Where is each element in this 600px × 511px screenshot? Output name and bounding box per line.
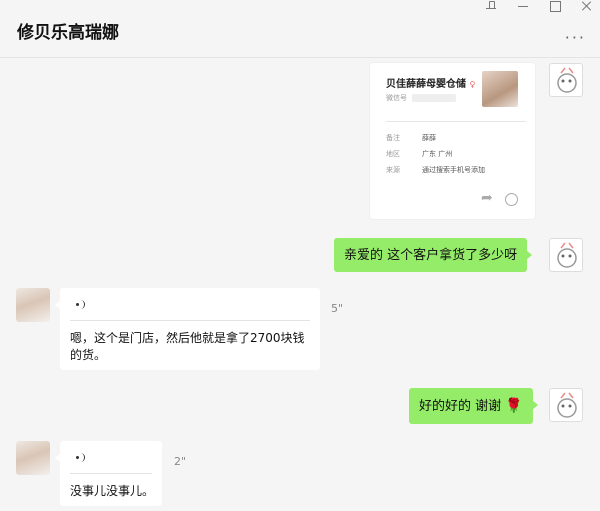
my-avatar[interactable] — [549, 63, 583, 97]
voice-play[interactable] — [76, 452, 86, 464]
window-controls — [486, 0, 592, 12]
pin-icon[interactable] — [486, 1, 496, 11]
sent-message-bubble[interactable]: 好的好的 谢谢 🌹 — [409, 388, 538, 424]
chat-header: 修贝乐高瑞娜 ··· — [0, 0, 600, 58]
voice-duration: 5" — [331, 302, 344, 315]
my-avatar[interactable] — [549, 238, 583, 272]
message-text: 好的好的 谢谢 — [419, 398, 502, 414]
received-voice-bubble[interactable]: 嗯，这个是门店，然后他就是拿了2700块钱的货。 — [55, 288, 320, 370]
card-wechat-id-label: 微信号 — [386, 94, 407, 102]
voice-divider — [70, 473, 152, 474]
more-options-icon[interactable]: ··· — [565, 28, 586, 47]
close-icon[interactable] — [582, 1, 592, 11]
message-text: 亲爱的 这个客户拿货了多少呀 — [344, 247, 518, 263]
voice-duration: 2" — [174, 455, 187, 468]
contact-avatar[interactable] — [16, 288, 50, 322]
sent-message-bubble[interactable]: 亲爱的 这个客户拿货了多少呀 — [334, 238, 533, 272]
card-actions — [481, 190, 519, 207]
voice-wave-icon — [76, 299, 86, 311]
contact-avatar[interactable] — [16, 441, 50, 475]
card-wechat-id-blurred — [412, 94, 456, 102]
rose-icon: 🌹 — [505, 397, 523, 414]
share-icon[interactable] — [481, 190, 495, 207]
voice-play[interactable] — [76, 299, 86, 311]
maximize-icon[interactable] — [550, 1, 561, 12]
female-icon: ♀ — [469, 80, 476, 89]
card-contact-name: 贝佳薛薛母婴仓储 — [386, 79, 466, 90]
voice-transcript: 嗯，这个是门店，然后他就是拿了2700块钱的货。 — [70, 331, 305, 362]
chat-title: 修贝乐高瑞娜 — [17, 23, 119, 43]
voice-divider — [70, 320, 310, 321]
card-divider — [386, 121, 526, 122]
comment-icon[interactable] — [505, 193, 519, 207]
contact-card[interactable]: 贝佳薛薛母婴仓储 ♀ 微信号 备注 薛薛 地区 广东 广州 来源 通过搜索手机号… — [370, 63, 535, 219]
card-avatar — [482, 71, 518, 107]
card-row-source: 来源 通过搜索手机号添加 — [386, 166, 485, 174]
voice-transcript: 没事儿没事儿。 — [70, 484, 155, 498]
my-avatar[interactable] — [549, 388, 583, 422]
card-row-remark: 备注 薛薛 — [386, 134, 436, 142]
voice-wave-icon — [76, 452, 86, 464]
received-voice-bubble[interactable]: 没事儿没事儿。 — [55, 441, 162, 506]
card-row-region: 地区 广东 广州 — [386, 150, 453, 158]
minimize-icon[interactable] — [518, 1, 528, 11]
